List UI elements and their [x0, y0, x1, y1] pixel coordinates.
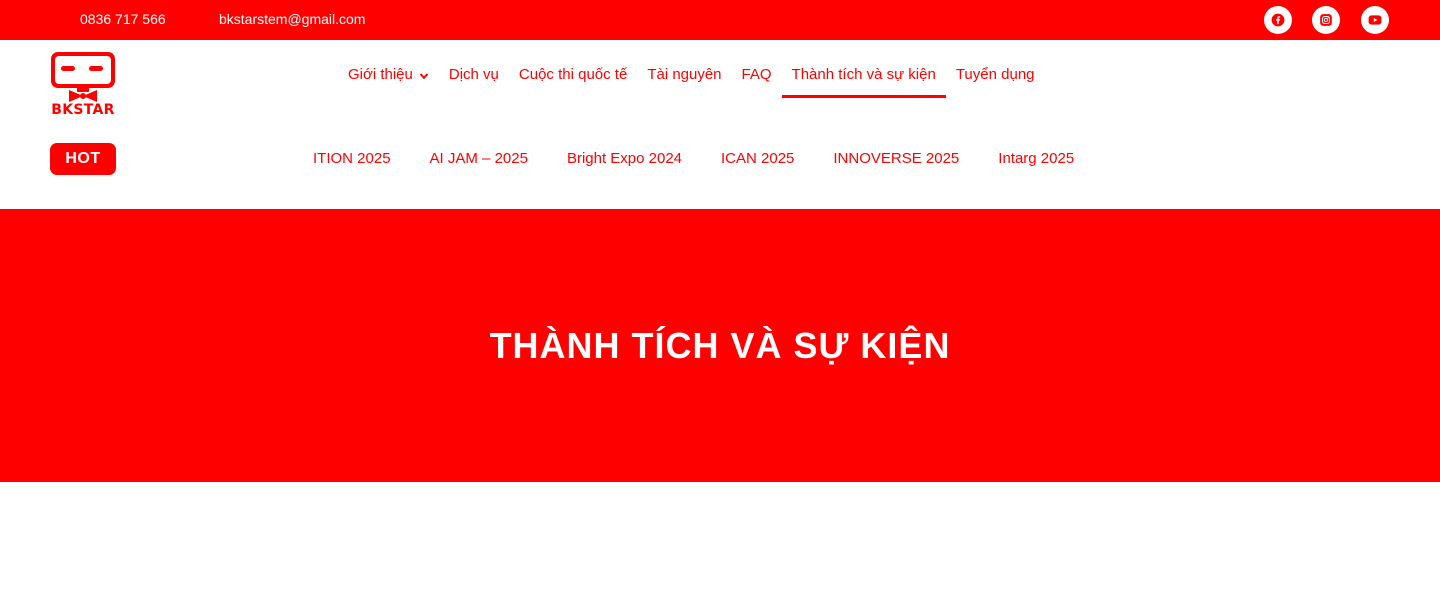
- top-bar: 0836 717 566 bkstarstem@gmail.com: [0, 0, 1440, 40]
- robot-logo-icon: [51, 52, 115, 102]
- site-header: BKSTAR Giới thiệu Dịch vụ Cuộc thi quốc …: [0, 40, 1440, 209]
- nav-item-thanh-tich-va-su-kien[interactable]: Thành tích và sự kiện: [781, 56, 947, 98]
- ticker-item[interactable]: INNOVERSE 2025: [833, 150, 959, 167]
- hot-badge-button[interactable]: HOT: [50, 143, 116, 175]
- nav-item-faq[interactable]: FAQ: [732, 56, 782, 98]
- instagram-icon: [1320, 14, 1332, 26]
- chevron-down-icon: [419, 68, 429, 85]
- ticker-item[interactable]: Bright Expo 2024: [567, 150, 682, 167]
- nav-item-label: Dịch vụ: [448, 66, 499, 83]
- nav-item-tai-nguyen[interactable]: Tài nguyên: [637, 56, 731, 98]
- youtube-icon: [1368, 15, 1382, 25]
- ticker-item[interactable]: Intarg 2025: [998, 150, 1074, 167]
- hot-news-ticker: ITION 2025 AI JAM – 2025 Bright Expo 202…: [313, 150, 1113, 167]
- email-address[interactable]: bkstarstem@gmail.com: [219, 11, 365, 27]
- main-nav: Giới thiệu Dịch vụ Cuộc thi quốc tế Tài …: [338, 56, 1045, 98]
- nav-item-tuyen-dung[interactable]: Tuyển dụng: [946, 56, 1045, 98]
- page-content: [0, 482, 1440, 600]
- page-hero-banner: THÀNH TÍCH VÀ SỰ KIỆN: [0, 209, 1440, 482]
- page-title: THÀNH TÍCH VÀ SỰ KIỆN: [489, 324, 951, 366]
- bkstar-logo[interactable]: BKSTAR: [49, 50, 117, 122]
- nav-item-label: Cuộc thi quốc tế: [518, 66, 628, 83]
- ticker-item[interactable]: AI JAM – 2025: [430, 150, 528, 167]
- ticker-item[interactable]: ITION 2025: [313, 150, 391, 167]
- facebook-icon: [1271, 13, 1285, 27]
- nav-item-label: Tuyển dụng: [955, 66, 1035, 83]
- nav-item-label: Tài nguyên: [647, 66, 722, 83]
- logo-text: BKSTAR: [51, 102, 115, 118]
- nav-item-label: Giới thiệu: [348, 66, 413, 83]
- nav-item-label: Thành tích và sự kiện: [791, 66, 936, 83]
- facebook-link[interactable]: [1264, 6, 1292, 34]
- instagram-link[interactable]: [1312, 6, 1340, 34]
- phone-number[interactable]: 0836 717 566: [80, 11, 166, 27]
- nav-item-dich-vu[interactable]: Dịch vụ: [439, 56, 509, 98]
- nav-item-gioi-thieu[interactable]: Giới thiệu: [338, 56, 439, 98]
- nav-item-label: FAQ: [741, 66, 772, 83]
- nav-item-cuoc-thi-quoc-te[interactable]: Cuộc thi quốc tế: [509, 56, 637, 98]
- ticker-item[interactable]: ICAN 2025: [721, 150, 794, 167]
- youtube-link[interactable]: [1361, 6, 1389, 34]
